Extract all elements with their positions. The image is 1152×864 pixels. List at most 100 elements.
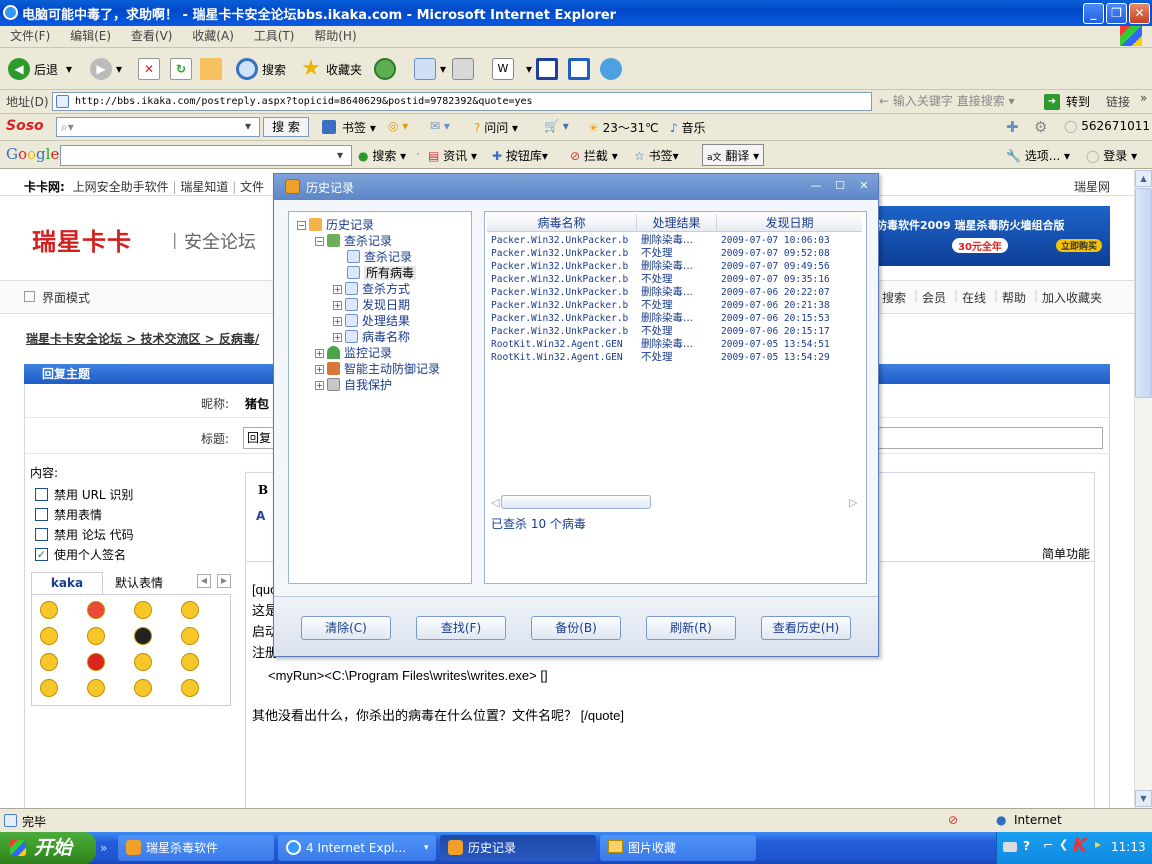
simple-mode-link[interactable]: 简单功能 xyxy=(1042,545,1090,562)
emoticon-icon[interactable] xyxy=(87,627,105,645)
privacy-icon[interactable]: ⊘ xyxy=(948,813,958,827)
breadcrumb-tech[interactable]: 技术交流区 xyxy=(140,332,200,346)
emoticon-tab-default[interactable]: 默认表情 xyxy=(115,574,163,591)
soso-tool-icon[interactable]: ◎ ▾ xyxy=(388,119,408,133)
go-button[interactable]: 转到 xyxy=(1066,93,1090,110)
history-button[interactable] xyxy=(374,56,400,82)
site-logo[interactable]: 瑞星卡卡 xyxy=(32,222,132,257)
emoticon-icon[interactable] xyxy=(181,627,199,645)
dropdown-icon[interactable]: ▾ xyxy=(337,148,343,162)
tree-node-scan-log[interactable]: 查杀记录 xyxy=(347,250,412,264)
bold-icon[interactable]: B xyxy=(258,483,268,497)
task-rising-antivirus[interactable]: 瑞星杀毒软件 xyxy=(118,835,274,861)
dialog-maximize-button[interactable]: ☐ xyxy=(830,177,850,194)
antivirus-tray-icon[interactable]: ▸ xyxy=(1095,837,1101,851)
check-signature[interactable]: ✓ 使用个人签名 xyxy=(35,544,134,564)
find-button[interactable]: 查找(F) xyxy=(416,616,506,640)
breadcrumb-antivirus[interactable]: 反病毒/ xyxy=(219,332,259,346)
task-pictures[interactable]: 图片收藏 xyxy=(600,835,756,861)
scroll-up-icon[interactable]: ▲ xyxy=(1135,170,1152,187)
edit-button[interactable]: W ▾ xyxy=(492,56,532,82)
col-result[interactable]: 处理结果 xyxy=(637,214,717,232)
tree-node-all-viruses[interactable]: 所有病毒 xyxy=(347,266,417,280)
soso-weather[interactable]: ☀ 23～31℃ xyxy=(588,119,659,136)
topnav-link-zhidao[interactable]: 瑞星知道 xyxy=(180,180,228,194)
help-icon[interactable]: ? xyxy=(1023,839,1030,853)
google-options-button[interactable]: 🔧 选项... ▾ xyxy=(1006,147,1070,164)
emoticon-icon[interactable] xyxy=(40,601,58,619)
forward-button[interactable]: ▶ ▾ xyxy=(90,56,122,82)
ime-icon[interactable]: ⌐ xyxy=(1043,838,1053,852)
qq-account[interactable]: ◯ 562671011 xyxy=(1064,119,1150,133)
quicklaunch-expand-icon[interactable]: » xyxy=(100,841,107,855)
emoticon-icon[interactable] xyxy=(40,653,58,671)
soso-music-button[interactable]: ♪ 音乐 xyxy=(670,119,706,136)
refresh-list-button[interactable]: 刷新(R) xyxy=(646,616,736,640)
soso-search-input[interactable]: ⌕▾ ▾ xyxy=(56,117,260,137)
favorites-button[interactable]: ★ 收藏夹 xyxy=(300,56,362,82)
emoticon-icon[interactable] xyxy=(87,679,105,697)
soso-search-button[interactable]: 搜 索 xyxy=(263,117,309,137)
chevron-right-icon[interactable]: ▶ xyxy=(217,574,231,588)
emoticon-icon[interactable] xyxy=(40,627,58,645)
mode-label[interactable]: 界面模式 xyxy=(42,289,90,306)
check-url[interactable]: 禁用 URL 识别 xyxy=(35,484,134,504)
tree-node-result[interactable]: + 处理结果 xyxy=(333,314,410,328)
google-search-input[interactable]: ▾ xyxy=(60,145,352,166)
tree-node-scan-mode[interactable]: + 查杀方式 xyxy=(333,282,410,296)
topnav-link-file[interactable]: 文件 xyxy=(240,180,264,194)
emoticon-icon[interactable] xyxy=(181,653,199,671)
start-button[interactable]: 开始 xyxy=(0,832,96,864)
stop-button[interactable]: ✕ xyxy=(138,56,164,82)
scroll-thumb[interactable] xyxy=(1135,188,1152,398)
vertical-scrollbar[interactable]: ▲ ▼ xyxy=(1134,170,1152,808)
menu-edit[interactable]: 编辑(E) xyxy=(70,26,111,46)
tree-node-history[interactable]: − 历史记录 xyxy=(297,218,374,232)
dialog-titlebar[interactable]: 历史记录 — ☐ ✕ xyxy=(274,174,878,200)
horizontal-scrollbar[interactable]: ◁ ▷ xyxy=(491,495,859,509)
tree-node-active-defense[interactable]: + 智能主动防御记录 xyxy=(315,362,440,376)
address-input[interactable]: http://bbs.ikaka.com/postreply.aspx?topi… xyxy=(52,92,1015,111)
buy-now-button[interactable]: 立即购买 xyxy=(1056,239,1103,252)
google-bookmark-button[interactable]: ☆ 书签▾ xyxy=(634,147,679,164)
nav-search[interactable]: 搜索 xyxy=(882,289,906,306)
print-button[interactable] xyxy=(452,56,478,82)
nav-help[interactable]: 帮助 xyxy=(1002,289,1026,306)
tree-node-found-date[interactable]: + 发现日期 xyxy=(333,298,410,312)
cart-icon[interactable]: 🛒 ▾ xyxy=(544,119,569,133)
chevron-left-icon[interactable]: ❮ xyxy=(1059,838,1068,851)
google-login-button[interactable]: ◯ 登录 ▾ xyxy=(1086,147,1137,164)
add-icon[interactable]: ✚ xyxy=(1006,118,1019,136)
messenger-button[interactable] xyxy=(600,56,626,82)
links-button[interactable]: 链接 xyxy=(1106,93,1130,110)
emoticon-tab-kaka[interactable]: kaka xyxy=(31,572,103,594)
gear-icon[interactable]: ⚙ xyxy=(1034,118,1047,136)
col-virus-name[interactable]: 病毒名称 xyxy=(487,214,637,232)
scroll-right-icon[interactable]: ▷ xyxy=(849,496,857,509)
dropdown-icon[interactable]: ▾ xyxy=(245,119,251,133)
col-found-date[interactable]: 发现日期 xyxy=(717,214,862,232)
clear-button[interactable]: 清除(C) xyxy=(301,616,391,640)
google-translate-button[interactable]: a文 翻译 ▾ xyxy=(702,144,765,166)
menu-favorites[interactable]: 收藏(A) xyxy=(192,26,234,46)
soso-ask-button[interactable]: ? 问问 ▾ xyxy=(474,119,518,136)
home-button[interactable] xyxy=(200,56,226,82)
google-buttons-button[interactable]: ✚ 按钮库▾ xyxy=(492,147,548,164)
task-history[interactable]: 历史记录 xyxy=(440,835,596,861)
emoticon-icon[interactable] xyxy=(87,601,105,619)
format-icon[interactable]: A xyxy=(256,509,265,523)
emoticon-icon[interactable] xyxy=(181,679,199,697)
dialog-minimize-button[interactable]: — xyxy=(806,177,826,194)
menu-view[interactable]: 查看(V) xyxy=(131,26,173,46)
emoticon-icon[interactable] xyxy=(134,601,152,619)
emoticon-icon[interactable] xyxy=(134,653,152,671)
close-button[interactable]: ✕ xyxy=(1129,3,1150,24)
soso-bookmark-button[interactable]: 书签 ▾ xyxy=(342,119,376,136)
breadcrumb-home[interactable]: 瑞星卡卡安全论坛 xyxy=(26,332,122,346)
menu-tools[interactable]: 工具(T) xyxy=(254,26,295,46)
dialog-close-button[interactable]: ✕ xyxy=(854,177,874,194)
search-button[interactable]: 搜索 xyxy=(236,56,286,82)
tree-node-monitor[interactable]: + 监控记录 xyxy=(315,346,392,360)
mail-button[interactable]: ▾ xyxy=(414,56,446,82)
kaka-icon[interactable]: K xyxy=(1073,835,1087,856)
